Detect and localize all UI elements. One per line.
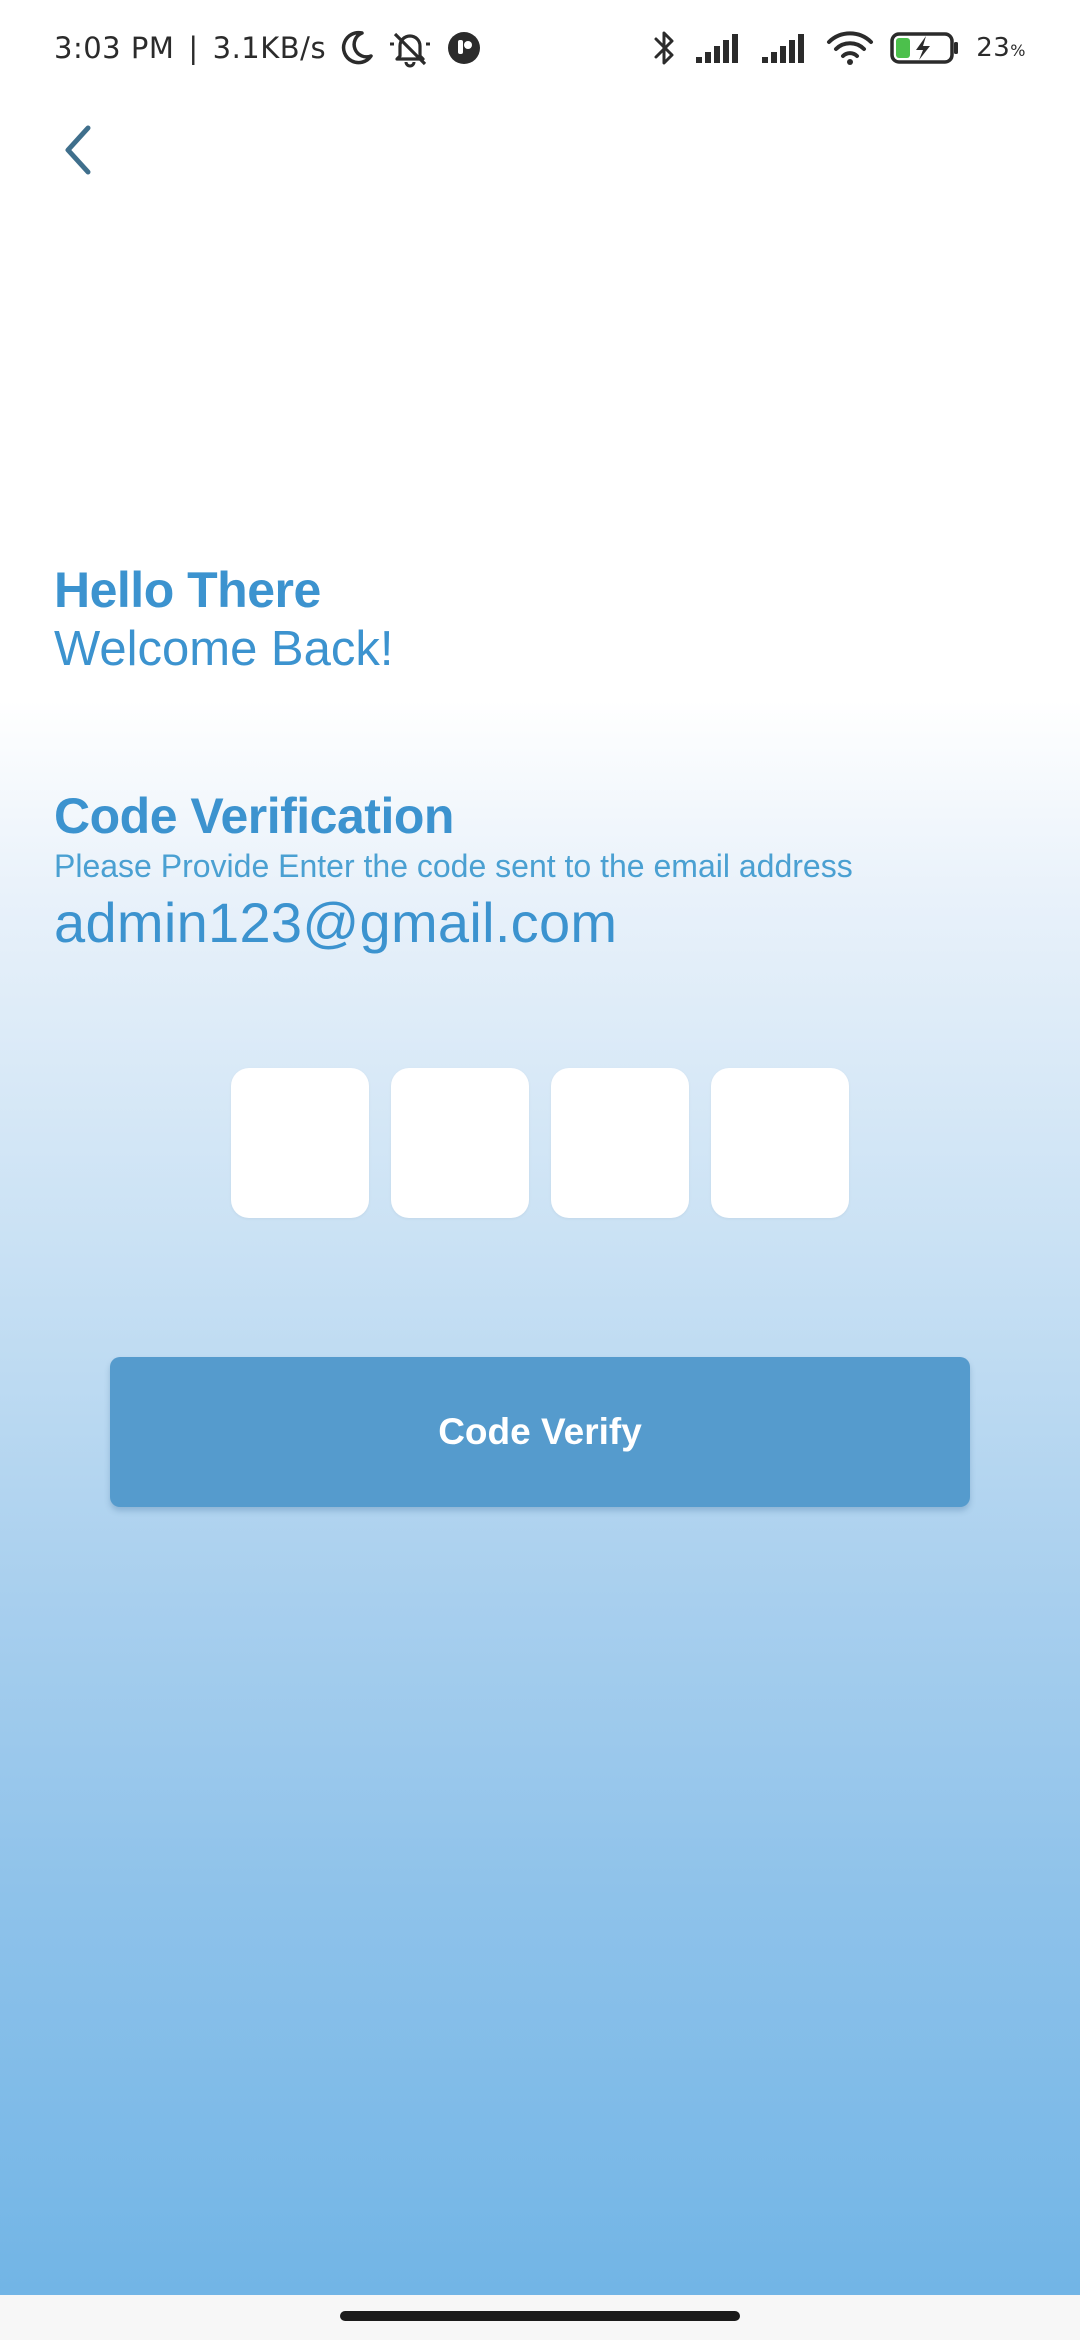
verification-email: admin123@gmail.com xyxy=(54,891,618,954)
signal-icon xyxy=(694,31,744,65)
verification-title: Code Verification xyxy=(54,788,454,844)
bluetooth-icon xyxy=(652,28,678,68)
chevron-left-icon xyxy=(58,122,98,182)
battery-percent: 23% xyxy=(976,33,1026,63)
moon-icon xyxy=(340,30,374,66)
app-notification-icon xyxy=(446,30,482,66)
status-bar: 3:03 PM | 3.1KB/s 23% xyxy=(0,0,1080,96)
signal-icon xyxy=(760,31,810,65)
verification-description: Please Provide Enter the code sent to th… xyxy=(54,848,853,884)
wifi-icon xyxy=(826,30,874,66)
status-left: 3:03 PM | 3.1KB/s xyxy=(54,28,482,68)
otp-digit-input-2[interactable] xyxy=(391,1068,529,1218)
verification-section: Code Verification Please Provide Enter t… xyxy=(54,788,853,956)
status-separator: | xyxy=(188,31,199,65)
home-indicator[interactable] xyxy=(340,2311,740,2321)
network-speed: 3.1KB/s xyxy=(212,31,327,65)
status-right: 23% xyxy=(652,26,1026,70)
alarm-off-icon xyxy=(388,28,432,68)
otp-digit-input-1[interactable] xyxy=(231,1068,369,1218)
code-verify-button[interactable]: Code Verify xyxy=(110,1357,970,1507)
greeting-hello: Hello There xyxy=(54,562,321,618)
otp-digit-input-3[interactable] xyxy=(551,1068,689,1218)
otp-digit-input-4[interactable] xyxy=(711,1068,849,1218)
status-time: 3:03 PM xyxy=(54,31,175,65)
otp-input-row xyxy=(231,1068,849,1218)
greeting: Hello There Welcome Back! xyxy=(54,560,393,678)
back-button[interactable] xyxy=(48,118,108,186)
system-nav-bar xyxy=(0,2295,1080,2340)
greeting-welcome: Welcome Back! xyxy=(54,622,394,676)
battery-charging-icon xyxy=(890,30,960,66)
